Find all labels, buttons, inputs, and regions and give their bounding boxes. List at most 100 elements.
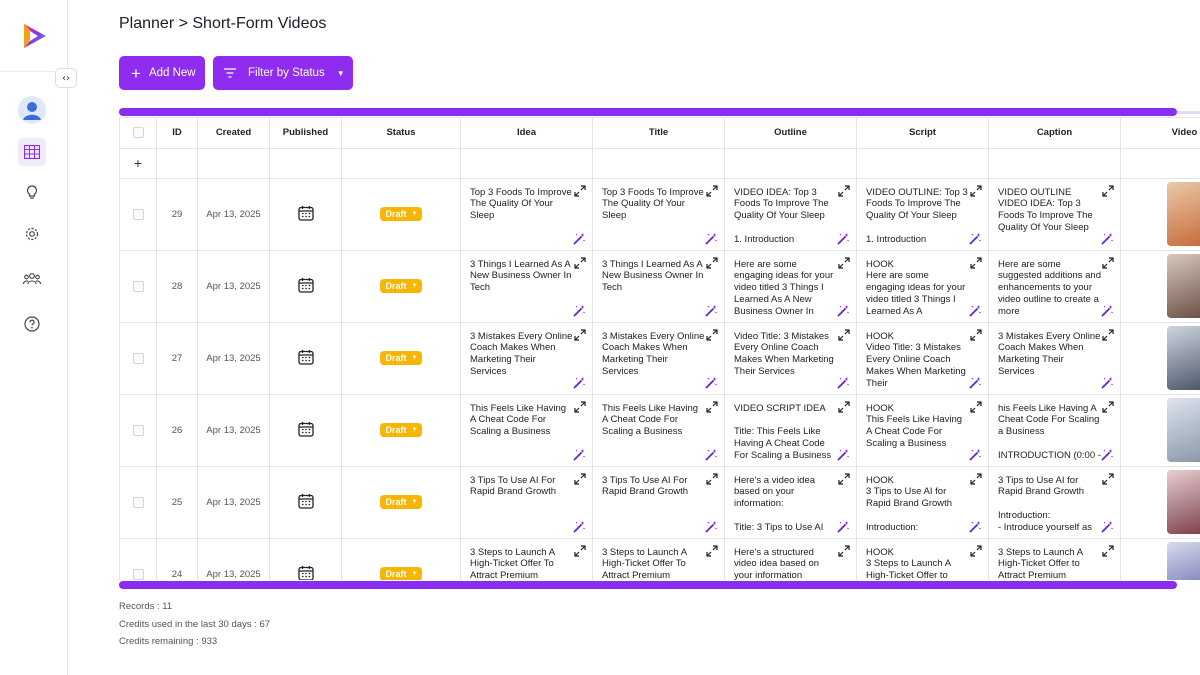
magic-wand-icon[interactable] <box>1101 520 1114 533</box>
cell-video-file[interactable] <box>1120 250 1200 323</box>
cell-title[interactable]: 3 Mistakes Every Online Coach Makes When… <box>592 322 725 395</box>
cell-caption[interactable]: his Feels Like Having A Cheat Code For S… <box>988 394 1121 467</box>
expand-icon[interactable] <box>838 400 850 413</box>
row-checkbox[interactable] <box>132 352 144 364</box>
calendar-icon[interactable] <box>297 493 314 509</box>
expand-icon[interactable] <box>970 472 982 485</box>
expand-icon[interactable] <box>574 544 586 557</box>
column-header-status[interactable]: Status <box>341 118 461 149</box>
column-header-idea[interactable]: Idea <box>460 118 593 149</box>
cell-outline[interactable]: Here's a video idea based on your inform… <box>724 466 857 539</box>
cell-title[interactable]: 3 Things I Learned As A New Business Own… <box>592 250 725 323</box>
status-badge[interactable]: Draft ▼ <box>379 423 423 437</box>
cell-outline[interactable]: Here are some engaging ideas for your vi… <box>724 250 857 323</box>
status-badge[interactable]: Draft ▼ <box>379 351 423 365</box>
expand-icon[interactable] <box>970 400 982 413</box>
video-thumbnail[interactable] <box>1167 182 1200 246</box>
cell-status[interactable]: Draft ▼ <box>341 322 461 395</box>
video-thumbnail[interactable] <box>1167 398 1200 462</box>
cell-video-file[interactable] <box>1120 178 1200 251</box>
horizontal-scrollbar-bottom[interactable] <box>119 581 1177 589</box>
cell-video-file[interactable] <box>1120 322 1200 395</box>
add-new-button[interactable]: + Add New <box>119 56 205 90</box>
row-select-cell[interactable] <box>119 466 157 539</box>
row-checkbox[interactable] <box>132 568 144 580</box>
sidebar-item-settings[interactable] <box>18 220 46 248</box>
expand-icon[interactable] <box>706 328 718 341</box>
expand-icon[interactable] <box>970 328 982 341</box>
magic-wand-icon[interactable] <box>573 448 586 461</box>
cell-caption[interactable]: 3 Mistakes Every Online Coach Makes When… <box>988 322 1121 395</box>
cell-published[interactable] <box>269 538 342 580</box>
magic-wand-icon[interactable] <box>969 232 982 245</box>
expand-icon[interactable] <box>838 544 850 557</box>
cell-idea[interactable]: This Feels Like Having A Cheat Code For … <box>460 394 593 467</box>
cell-title[interactable]: 3 Tips To Use AI For Rapid Brand Growth <box>592 466 725 539</box>
expand-icon[interactable] <box>1102 328 1114 341</box>
add-row-button[interactable]: + <box>119 148 157 179</box>
sidebar-item-team[interactable] <box>18 265 46 293</box>
magic-wand-icon[interactable] <box>573 520 586 533</box>
cell-outline[interactable]: VIDEO IDEA: Top 3 Foods To Improve The Q… <box>724 178 857 251</box>
filter-by-status-button[interactable]: Filter by Status ▼ <box>213 56 353 90</box>
cell-caption[interactable]: Here are some suggested additions and en… <box>988 250 1121 323</box>
magic-wand-icon[interactable] <box>1101 448 1114 461</box>
expand-icon[interactable] <box>706 400 718 413</box>
sidebar-item-planner[interactable] <box>18 138 46 166</box>
expand-icon[interactable] <box>1102 544 1114 557</box>
cell-published[interactable] <box>269 466 342 539</box>
avatar[interactable] <box>18 96 46 124</box>
expand-icon[interactable] <box>706 184 718 197</box>
cell-published[interactable] <box>269 394 342 467</box>
cell-outline[interactable]: Video Title: 3 Mistakes Every Online Coa… <box>724 322 857 395</box>
calendar-icon[interactable] <box>297 421 314 437</box>
column-header-title[interactable]: Title <box>592 118 725 149</box>
expand-icon[interactable] <box>706 544 718 557</box>
cell-script[interactable]: HOOK 3 Tips to Use AI for Rapid Brand Gr… <box>856 466 989 539</box>
magic-wand-icon[interactable] <box>705 376 718 389</box>
row-select-cell[interactable] <box>119 178 157 251</box>
expand-icon[interactable] <box>1102 400 1114 413</box>
cell-outline[interactable]: VIDEO SCRIPT IDEA Title: This Feels Like… <box>724 394 857 467</box>
expand-icon[interactable] <box>838 184 850 197</box>
cell-outline[interactable]: Here's a structured video idea based on … <box>724 538 857 580</box>
expand-icon[interactable] <box>970 544 982 557</box>
calendar-icon[interactable] <box>297 205 314 221</box>
status-badge[interactable]: Draft ▼ <box>379 207 423 221</box>
cell-caption[interactable]: 3 Tips to Use AI for Rapid Brand Growth … <box>988 466 1121 539</box>
expand-icon[interactable] <box>574 400 586 413</box>
cell-video-file[interactable] <box>1120 538 1200 580</box>
expand-icon[interactable] <box>574 472 586 485</box>
table-row[interactable]: 28 Apr 13, 2025 Draft ▼ 3 Things I Learned A… <box>119 250 1200 323</box>
magic-wand-icon[interactable] <box>969 304 982 317</box>
cell-status[interactable]: Draft ▼ <box>341 250 461 323</box>
expand-icon[interactable] <box>706 472 718 485</box>
row-select-cell[interactable] <box>119 394 157 467</box>
magic-wand-icon[interactable] <box>969 376 982 389</box>
expand-icon[interactable] <box>838 256 850 269</box>
cell-status[interactable]: Draft ▼ <box>341 466 461 539</box>
video-thumbnail[interactable] <box>1167 470 1200 534</box>
magic-wand-icon[interactable] <box>837 232 850 245</box>
cell-idea[interactable]: 3 Mistakes Every Online Coach Makes When… <box>460 322 593 395</box>
column-header-published[interactable]: Published <box>269 118 342 149</box>
row-checkbox[interactable] <box>132 496 144 508</box>
cell-title[interactable]: This Feels Like Having A Cheat Code For … <box>592 394 725 467</box>
calendar-icon[interactable] <box>297 277 314 293</box>
magic-wand-icon[interactable] <box>837 448 850 461</box>
column-header-created[interactable]: Created <box>197 118 270 149</box>
sidebar-item-help[interactable] <box>18 310 46 338</box>
cell-published[interactable] <box>269 178 342 251</box>
magic-wand-icon[interactable] <box>837 376 850 389</box>
select-all-checkbox[interactable] <box>132 127 144 139</box>
row-checkbox[interactable] <box>132 208 144 220</box>
video-thumbnail[interactable] <box>1167 542 1200 580</box>
expand-icon[interactable] <box>706 256 718 269</box>
magic-wand-icon[interactable] <box>705 232 718 245</box>
expand-icon[interactable] <box>574 256 586 269</box>
row-select-cell[interactable] <box>119 538 157 580</box>
cell-idea[interactable]: 3 Tips To Use AI For Rapid Brand Growth <box>460 466 593 539</box>
calendar-icon[interactable] <box>297 349 314 365</box>
cell-title[interactable]: 3 Steps to Launch A High-Ticket Offer To… <box>592 538 725 580</box>
magic-wand-icon[interactable] <box>969 520 982 533</box>
